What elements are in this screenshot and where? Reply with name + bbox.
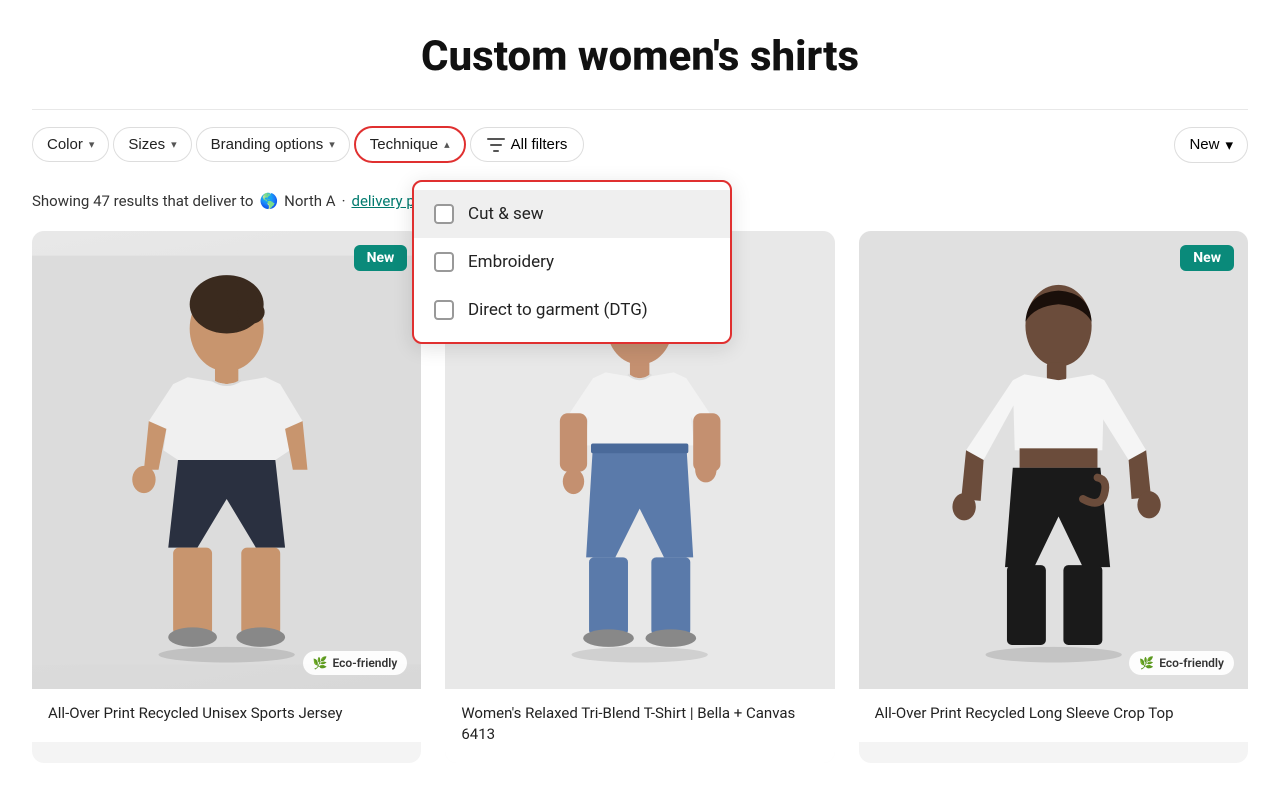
dtg-checkbox[interactable] [434, 300, 454, 320]
product-name-1: All-Over Print Recycled Unisex Sports Je… [48, 703, 405, 724]
new-badge-1: New [354, 245, 408, 271]
sort-label: New [1189, 136, 1219, 153]
embroidery-checkbox[interactable] [434, 252, 454, 272]
technique-option-dtg[interactable]: Direct to garment (DTG) [414, 286, 730, 334]
technique-dropdown: Cut & sew Embroidery Direct to garment (… [412, 180, 732, 344]
technique-option-cut-sew[interactable]: Cut & sew [414, 190, 730, 238]
branding-filter-label: Branding options [211, 136, 324, 153]
product-image-3: New 🌿 Eco-friendly [859, 231, 1248, 689]
eco-badge-3: 🌿 Eco-friendly [1129, 651, 1234, 675]
eco-badge-1: 🌿 Eco-friendly [303, 651, 408, 675]
ellipsis-text: · [342, 192, 346, 210]
globe-icon: 🌎 [259, 192, 278, 210]
product-figure-3 [859, 231, 1248, 689]
technique-chevron-icon: ▴ [444, 138, 450, 151]
embroidery-label: Embroidery [468, 252, 554, 272]
product-name-2: Women's Relaxed Tri-Blend T-Shirt | Bell… [461, 703, 818, 745]
product-info-3: All-Over Print Recycled Long Sleeve Crop… [859, 689, 1248, 742]
page-title: Custom women's shirts [32, 0, 1248, 109]
product-name-3: All-Over Print Recycled Long Sleeve Crop… [875, 703, 1232, 724]
sort-chevron-icon: ▾ [1225, 136, 1233, 154]
location-text: North A [284, 192, 335, 210]
product-image-1: New 🌿 Eco-friendly [32, 231, 421, 689]
new-badge-3: New [1180, 245, 1234, 271]
dtg-label: Direct to garment (DTG) [468, 300, 648, 320]
cut-sew-label: Cut & sew [468, 204, 544, 224]
color-filter-label: Color [47, 136, 83, 153]
product-info-2: Women's Relaxed Tri-Blend T-Shirt | Bell… [445, 689, 834, 763]
results-count-text: Showing 47 results that deliver to [32, 192, 253, 210]
sizes-filter-button[interactable]: Sizes ▾ [113, 127, 191, 162]
eco-label-1: Eco-friendly [333, 656, 398, 670]
filter-bar: Color ▾ Sizes ▾ Branding options ▾ Techn… [32, 109, 1248, 183]
cut-sew-checkbox[interactable] [434, 204, 454, 224]
branding-chevron-icon: ▾ [329, 138, 335, 151]
color-filter-button[interactable]: Color ▾ [32, 127, 109, 162]
sort-button[interactable]: New ▾ [1174, 127, 1248, 163]
sizes-filter-label: Sizes [128, 136, 165, 153]
product-card-3[interactable]: New 🌿 Eco-friendly All-Over Print Recycl… [859, 231, 1248, 763]
all-filters-label: All filters [511, 136, 568, 153]
technique-filter-label: Technique [370, 136, 438, 153]
technique-filter-button[interactable]: Technique ▴ [354, 126, 466, 163]
technique-option-embroidery[interactable]: Embroidery [414, 238, 730, 286]
product-figure-1 [32, 231, 421, 689]
branding-filter-button[interactable]: Branding options ▾ [196, 127, 350, 162]
eco-leaf-icon-1: 🌿 [313, 656, 328, 670]
eco-label-3: Eco-friendly [1159, 656, 1224, 670]
filter-lines-icon [487, 138, 505, 152]
color-chevron-icon: ▾ [89, 138, 95, 151]
eco-leaf-icon-3: 🌿 [1139, 656, 1154, 670]
product-info-1: All-Over Print Recycled Unisex Sports Je… [32, 689, 421, 742]
all-filters-button[interactable]: All filters [470, 127, 585, 162]
sizes-chevron-icon: ▾ [171, 138, 177, 151]
product-card-1[interactable]: New 🌿 Eco-friendly All-Over Print Recycl… [32, 231, 421, 763]
